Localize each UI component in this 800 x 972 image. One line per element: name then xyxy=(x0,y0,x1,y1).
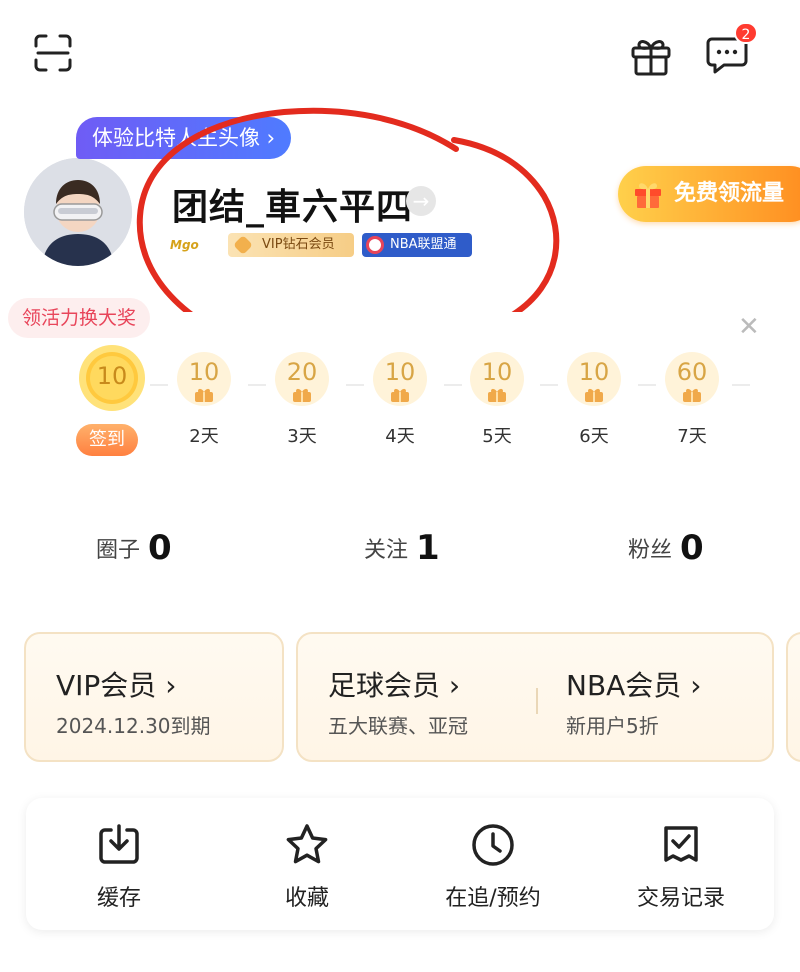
gift-icon xyxy=(488,388,506,402)
next-card-peek[interactable] xyxy=(786,632,800,762)
quick-tools-panel: 缓存 收藏 在追/预约 交易记录 xyxy=(26,798,774,930)
sports-membership-card: 足球会员 › 五大联赛、亚冠 NBA会员 › 新用户5折 xyxy=(296,632,774,762)
day-label: 3天 xyxy=(287,426,317,447)
day-connector xyxy=(732,384,750,386)
card-title: 足球会员 › xyxy=(328,669,461,702)
day-connector xyxy=(540,384,558,386)
day-reward-value: 10 xyxy=(578,358,610,386)
message-count-badge: 2 xyxy=(734,22,758,44)
card-subtitle: 新用户5折 xyxy=(566,714,659,738)
scan-icon[interactable] xyxy=(34,34,72,72)
checkin-day-6[interactable]: 10 6天 xyxy=(564,352,624,448)
day-label: 2天 xyxy=(189,426,219,447)
tool-label: 收藏 xyxy=(284,886,329,911)
day-label: 6天 xyxy=(579,426,609,447)
tool-label: 交易记录 xyxy=(636,886,725,911)
checkin-day-7[interactable]: 60 7天 xyxy=(662,352,722,448)
checkin-day-2[interactable]: 10 2天 xyxy=(174,352,234,448)
tool-favorites[interactable]: 收藏 xyxy=(232,822,382,912)
download-icon xyxy=(99,824,139,864)
tool-label: 在追/预约 xyxy=(445,886,541,911)
close-icon[interactable]: ✕ xyxy=(738,312,760,342)
gift-icon xyxy=(585,388,603,402)
gift-icon[interactable] xyxy=(630,36,672,76)
card-title: VIP会员 › xyxy=(56,669,177,702)
day-connector xyxy=(248,384,266,386)
day-label: 7天 xyxy=(677,426,707,447)
stat-label: 关注 xyxy=(364,538,409,563)
day-reward-value: 20 xyxy=(286,358,318,386)
checkin-day-3[interactable]: 20 3天 xyxy=(272,352,332,448)
checkin-day-4[interactable]: 10 4天 xyxy=(370,352,430,448)
card-subtitle: 五大联赛、亚冠 xyxy=(328,714,468,738)
checkin-day-5[interactable]: 10 5天 xyxy=(467,352,527,448)
gift-icon xyxy=(293,388,311,402)
tool-following-shows[interactable]: 在追/预约 xyxy=(418,822,568,912)
day-reward-value: 10 xyxy=(188,358,220,386)
stat-value: 1 xyxy=(416,528,440,568)
avatar-illustration xyxy=(24,158,132,266)
tool-label: 缓存 xyxy=(96,886,141,911)
stat-circles[interactable]: 圈子 0 xyxy=(96,528,172,568)
day-connector xyxy=(638,384,656,386)
free-data-label: 免费领流量 xyxy=(674,181,785,206)
card-subtitle: 2024.12.30到期 xyxy=(56,714,211,738)
tool-cache[interactable]: 缓存 xyxy=(44,822,194,912)
tool-transactions[interactable]: 交易记录 xyxy=(606,822,756,912)
day-reward-value: 10 xyxy=(96,362,128,390)
gift-box-icon xyxy=(635,183,661,208)
day-reward-value: 60 xyxy=(676,358,708,386)
stat-label: 圈子 xyxy=(96,538,141,563)
day-connector xyxy=(150,384,168,386)
day-label: 4天 xyxy=(385,426,415,447)
vip-membership-card[interactable]: VIP会员 › 2024.12.30到期 xyxy=(24,632,284,762)
checkin-button[interactable]: 签到 xyxy=(76,424,138,456)
day-connector xyxy=(444,384,462,386)
stat-label: 粉丝 xyxy=(628,538,673,563)
gift-icon xyxy=(391,388,409,402)
star-icon xyxy=(286,824,328,864)
day-reward-value: 10 xyxy=(384,358,416,386)
stat-following[interactable]: 关注 1 xyxy=(364,528,440,568)
clock-icon xyxy=(472,824,514,866)
day-reward-value: 10 xyxy=(481,358,513,386)
gift-icon xyxy=(195,388,213,402)
card-title: NBA会员 › xyxy=(566,669,702,702)
day-connector xyxy=(346,384,364,386)
day-label: 5天 xyxy=(482,426,512,447)
free-data-button[interactable]: 免费领流量 xyxy=(618,166,800,222)
checkin-day-1[interactable]: 10 签到 xyxy=(76,345,145,456)
avatar[interactable] xyxy=(24,158,132,266)
receipt-check-icon xyxy=(664,826,698,862)
stat-value: 0 xyxy=(148,528,172,568)
activity-reward-pill[interactable]: 领活力换大奖 xyxy=(8,298,151,338)
stat-value: 0 xyxy=(680,528,704,568)
card-divider xyxy=(536,688,538,714)
gift-icon xyxy=(683,388,701,402)
stat-fans[interactable]: 粉丝 0 xyxy=(628,528,704,568)
